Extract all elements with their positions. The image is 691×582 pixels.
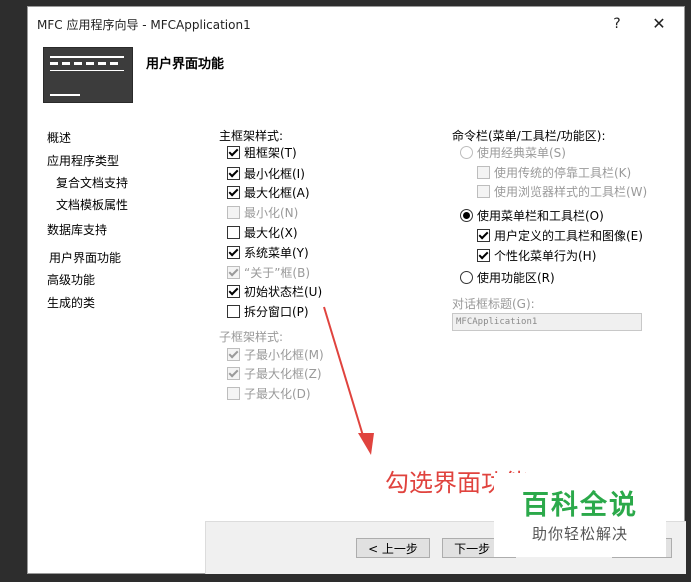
checkbox-box [227, 226, 240, 239]
child-frame-group-title: 子框架样式: [219, 330, 284, 344]
radio-dot [460, 271, 473, 284]
previous-button[interactable]: < 上一步 [356, 538, 430, 558]
checkbox-box [227, 186, 240, 199]
maximize-box-checkbox[interactable]: 最大化框(A) [227, 184, 310, 201]
personalized-menu-checkbox[interactable]: 个性化菜单行为(H) [477, 247, 596, 264]
checkbox-label: “关于”框(B) [244, 266, 311, 280]
maximized-checkbox[interactable]: 最大化(X) [227, 224, 298, 241]
sidebar-item-doc-template[interactable]: 文档模板属性 [56, 196, 128, 213]
checkbox-label: 最大化框(A) [244, 186, 310, 200]
checkbox-label: 使用浏览器样式的工具栏(W) [494, 185, 648, 199]
checkbox-box [477, 249, 490, 262]
checkbox-box [227, 146, 240, 159]
radio-dot [460, 209, 473, 222]
checkbox-box [227, 285, 240, 298]
wizard-page-icon [43, 47, 133, 103]
checkbox-box [227, 348, 240, 361]
sidebar-item-generated-classes[interactable]: 生成的类 [47, 294, 95, 311]
sidebar-item-app-type[interactable]: 应用程序类型 [47, 152, 119, 169]
child-maximize-box-checkbox: 子最大化框(Z) [227, 365, 322, 382]
checkbox-label: 系统菜单(Y) [244, 246, 309, 260]
radio-label: 使用菜单栏和工具栏(O) [477, 209, 604, 223]
watermark-sub-text: 助你轻松解决 [531, 525, 628, 543]
checkbox-box [227, 206, 240, 219]
radio-label: 使用功能区(R) [477, 271, 555, 285]
checkbox-label: 个性化菜单行为(H) [494, 249, 597, 263]
system-menu-checkbox[interactable]: 系统菜单(Y) [227, 244, 309, 261]
menubar-toolbar-radio[interactable]: 使用菜单栏和工具栏(O) [460, 207, 604, 224]
classic-menu-radio: 使用经典菜单(S) [460, 144, 566, 161]
minimized-checkbox: 最小化(N) [227, 204, 298, 221]
thick-frame-checkbox[interactable]: 粗框架(T) [227, 144, 297, 161]
radio-label: 使用经典菜单(S) [477, 146, 566, 160]
checkbox-label: 最小化(N) [244, 206, 299, 220]
user-defined-toolbar-checkbox[interactable]: 用户定义的工具栏和图像(E) [477, 227, 643, 244]
sidebar-item-ui-features[interactable]: 用户界面功能 [49, 249, 121, 266]
main-frame-group-title: 主框架样式: [219, 129, 284, 143]
checkbox-label: 子最大化(D) [244, 387, 311, 401]
minimize-box-checkbox[interactable]: 最小化框(I) [227, 165, 305, 182]
watermark-main-text: 百科全说 [522, 490, 638, 521]
sidebar-item-database[interactable]: 数据库支持 [47, 221, 107, 238]
command-bar-group-title: 命令栏(菜单/工具栏/功能区): [452, 129, 606, 143]
mfc-wizard-dialog: MFC 应用程序向导 - MFCApplication1 ? ✕ 用户界面功能 … [27, 6, 686, 574]
child-maximized-checkbox: 子最大化(D) [227, 385, 311, 402]
about-box-checkbox: “关于”框(B) [227, 264, 310, 281]
dialog-caption-field: MFCApplication1 [452, 313, 642, 331]
checkbox-label: 粗框架(T) [244, 146, 297, 160]
checkbox-label: 用户定义的工具栏和图像(E) [494, 229, 643, 243]
annotation-arrow [323, 306, 374, 455]
sidebar-item-advanced[interactable]: 高级功能 [47, 271, 95, 288]
page-title: 用户界面功能 [146, 57, 225, 72]
title-bar: MFC 应用程序向导 - MFCApplication1 ? ✕ [28, 7, 684, 39]
checkbox-box [477, 185, 490, 198]
checkbox-box [227, 305, 240, 318]
radio-dot [460, 146, 473, 159]
checkbox-box [227, 167, 240, 180]
watermark-logo: 百科全说 助你轻松解决 [494, 473, 666, 557]
dialog-caption-label: 对话框标题(G): [452, 297, 535, 311]
checkbox-box [227, 246, 240, 259]
checkbox-label: 拆分窗口(P) [244, 305, 309, 319]
checkbox-label: 初始状态栏(U) [244, 285, 323, 299]
sidebar-item-compound-doc[interactable]: 复合文档支持 [56, 174, 128, 191]
sidebar-item-overview[interactable]: 概述 [47, 129, 71, 146]
checkbox-box [227, 367, 240, 380]
checkbox-box [227, 387, 240, 400]
help-button[interactable]: ? [604, 13, 630, 35]
checkbox-label: 子最小化框(M) [244, 348, 324, 362]
child-minimize-box-checkbox: 子最小化框(M) [227, 346, 324, 363]
split-window-checkbox[interactable]: 拆分窗口(P) [227, 303, 309, 320]
classic-docking-toolbar-checkbox: 使用传统的停靠工具栏(K) [477, 164, 631, 181]
checkbox-label: 最小化框(I) [244, 167, 305, 181]
close-button[interactable]: ✕ [646, 13, 672, 35]
checkbox-box [477, 229, 490, 242]
checkbox-label: 子最大化框(Z) [244, 367, 322, 381]
initial-status-bar-checkbox[interactable]: 初始状态栏(U) [227, 283, 322, 300]
browser-style-toolbar-checkbox: 使用浏览器样式的工具栏(W) [477, 183, 647, 200]
checkbox-label: 最大化(X) [244, 226, 298, 240]
checkbox-box [227, 266, 240, 279]
checkbox-box [477, 166, 490, 179]
window-title: MFC 应用程序向导 - MFCApplication1 [37, 18, 251, 32]
ribbon-radio[interactable]: 使用功能区(R) [460, 269, 555, 286]
checkbox-label: 使用传统的停靠工具栏(K) [494, 166, 632, 180]
